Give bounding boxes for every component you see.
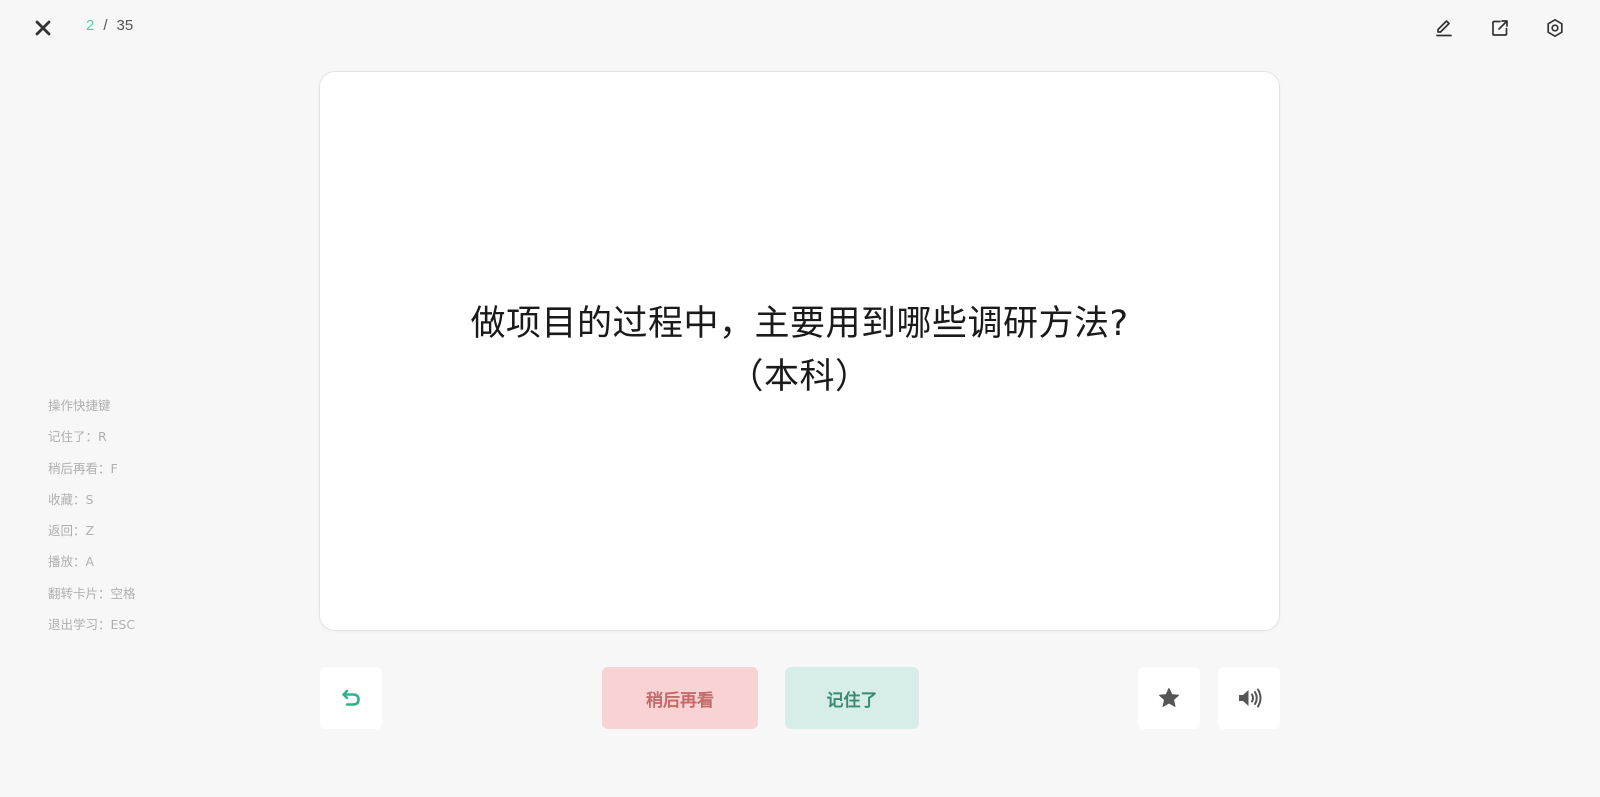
shortcut-remember: 记住了：R xyxy=(48,429,107,445)
progress-separator: / xyxy=(103,17,108,34)
shortcut-play: 播放：A xyxy=(48,554,95,570)
question-line: 做项目的过程中，主要用到哪些调研方法? xyxy=(470,304,1129,344)
progress-indicator: 2 / 35 xyxy=(86,17,133,34)
shortcut-later: 稍后再看：F xyxy=(48,460,118,476)
undo-icon xyxy=(342,689,360,706)
close-button[interactable] xyxy=(28,13,58,43)
share-icon xyxy=(1492,20,1508,36)
gear-icon xyxy=(1547,18,1563,38)
question-level: （本科） xyxy=(728,357,871,397)
shortcut-favorite: 收藏：S xyxy=(48,491,94,507)
edit-button[interactable] xyxy=(1428,12,1460,44)
undo-button[interactable] xyxy=(320,667,382,729)
speaker-icon xyxy=(1239,688,1262,708)
settings-button[interactable] xyxy=(1539,12,1571,44)
close-icon xyxy=(35,20,51,36)
shortcut-exit: 退出学习：ESC xyxy=(48,617,136,633)
star-icon xyxy=(1159,688,1179,707)
remembered-button[interactable]: 记住了 xyxy=(785,667,919,729)
shortcut-list: 操作快捷键 记住了：R 稍后再看：F 收藏：S 返回：Z 播放：A 翻转卡片：空… xyxy=(48,398,136,648)
shortcut-back: 返回：Z xyxy=(48,523,95,539)
edit-icon xyxy=(1436,20,1452,37)
review-later-button[interactable]: 稍后再看 xyxy=(602,667,758,729)
flashcard[interactable]: 做项目的过程中，主要用到哪些调研方法? （本科） xyxy=(319,71,1280,631)
current-card-number: 2 xyxy=(86,17,95,34)
share-button[interactable] xyxy=(1484,12,1516,44)
play-audio-button[interactable] xyxy=(1218,667,1280,729)
top-bar: 2 / 35 xyxy=(0,0,1600,56)
favorite-button[interactable] xyxy=(1138,667,1200,729)
total-card-count: 35 xyxy=(116,17,134,34)
flashcard-question: 做项目的过程中，主要用到哪些调研方法? （本科） xyxy=(450,298,1150,404)
shortcut-title: 操作快捷键 xyxy=(48,398,111,413)
shortcut-flip: 翻转卡片：空格 xyxy=(48,585,136,601)
